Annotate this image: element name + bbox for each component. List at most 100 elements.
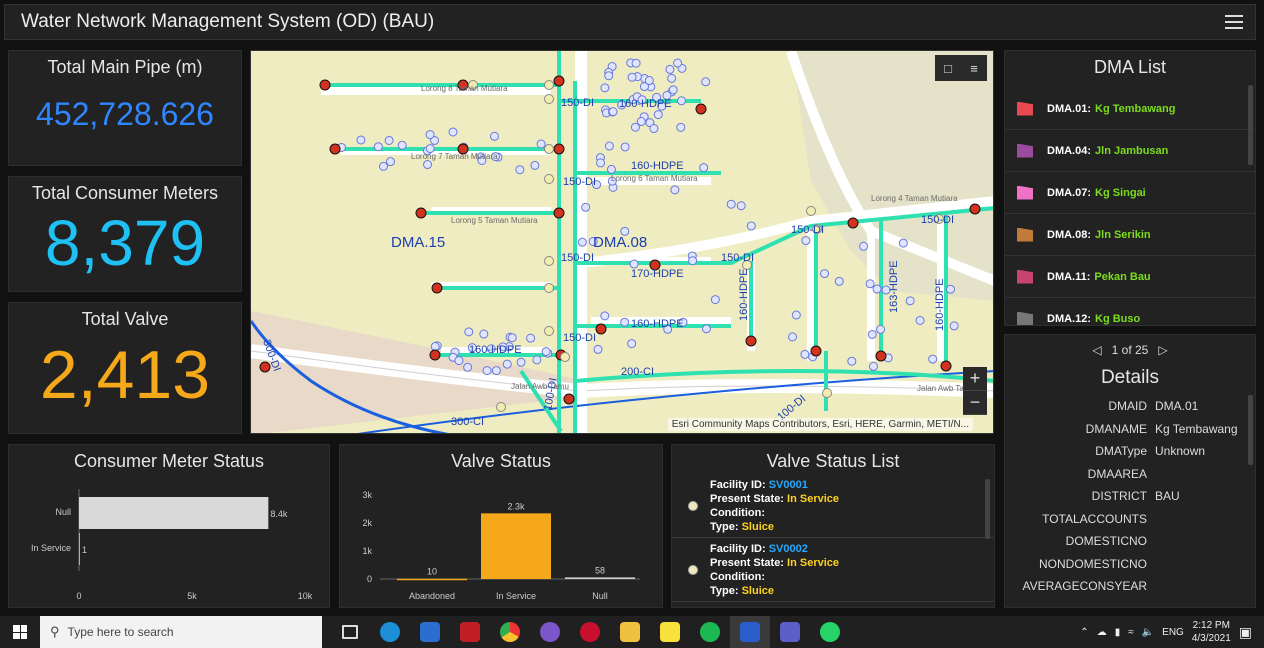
valve-marker[interactable] xyxy=(969,203,981,215)
consumer-meter-marker[interactable] xyxy=(606,164,616,174)
consumer-meter-marker[interactable] xyxy=(670,185,680,195)
consumer-meter-marker[interactable] xyxy=(596,158,606,168)
consumer-meter-marker[interactable] xyxy=(482,366,492,376)
valve-marker[interactable] xyxy=(544,94,554,104)
dma-list-scrollbar[interactable] xyxy=(1248,85,1253,165)
consumer-meter-marker[interactable] xyxy=(726,199,736,209)
zoom-in-button[interactable]: + xyxy=(963,367,987,391)
consumer-meter-marker[interactable] xyxy=(423,160,433,170)
dma-list-item[interactable]: DMA.04: Jln Jambusan xyxy=(1005,130,1255,172)
mail-icon[interactable] xyxy=(410,616,450,648)
consumer-meter-marker[interactable] xyxy=(629,259,639,269)
consumer-meter-marker[interactable] xyxy=(869,361,879,371)
valve-marker[interactable] xyxy=(595,323,607,335)
consumer-meter-marker[interactable] xyxy=(541,347,551,357)
wifi-icon[interactable]: ≈ xyxy=(1128,627,1134,638)
consumer-meter-marker[interactable] xyxy=(526,333,536,343)
consumer-meter-marker[interactable] xyxy=(448,127,458,137)
battery-icon[interactable]: ▮ xyxy=(1115,627,1121,638)
bar[interactable] xyxy=(79,497,269,529)
chevron-up-icon[interactable]: ⌃ xyxy=(1080,627,1088,638)
consumer-meter-marker[interactable] xyxy=(653,110,663,120)
dma-list-item[interactable]: DMA.11: Pekan Bau xyxy=(1005,256,1255,298)
consumer-meter-marker[interactable] xyxy=(530,160,540,170)
consumer-meter-marker[interactable] xyxy=(620,142,630,152)
start-button[interactable] xyxy=(0,616,40,648)
consumer-meter-marker[interactable] xyxy=(463,362,473,372)
consumer-meter-marker[interactable] xyxy=(516,357,526,367)
spotify-icon[interactable] xyxy=(690,616,730,648)
valve-marker[interactable] xyxy=(329,143,341,155)
word-icon[interactable] xyxy=(730,616,770,648)
valve-marker[interactable] xyxy=(544,174,554,184)
valve-marker[interactable] xyxy=(431,282,443,294)
consumer-meter-marker[interactable] xyxy=(668,85,678,95)
bar[interactable] xyxy=(79,533,80,565)
consumer-meter-marker[interactable] xyxy=(604,71,614,81)
bar[interactable] xyxy=(397,578,467,581)
task-view-icon[interactable] xyxy=(330,616,370,648)
consumer-meter-marker[interactable] xyxy=(507,333,517,343)
consumer-meter-marker[interactable] xyxy=(800,349,810,359)
valve-list-item[interactable]: Facility ID: SV0001 Present State: In Ser… xyxy=(672,474,994,538)
prev-page-icon[interactable]: ◁ xyxy=(1092,343,1101,357)
valve-list-scrollbar[interactable] xyxy=(985,479,990,539)
consumer-meter-marker[interactable] xyxy=(489,131,499,141)
consumer-meter-marker[interactable] xyxy=(949,321,959,331)
media-app-icon[interactable] xyxy=(570,616,610,648)
consumer-meter-marker[interactable] xyxy=(581,202,591,212)
valve-marker[interactable] xyxy=(553,207,565,219)
valve-marker[interactable] xyxy=(429,349,441,361)
valve-marker[interactable] xyxy=(544,326,554,336)
consumer-meter-marker[interactable] xyxy=(915,315,925,325)
valve-marker[interactable] xyxy=(544,283,554,293)
teams-icon[interactable] xyxy=(770,616,810,648)
zoom-out-button[interactable]: − xyxy=(963,391,987,415)
consumer-meter-marker[interactable] xyxy=(820,269,830,279)
consumer-meter-marker[interactable] xyxy=(665,64,675,74)
consumer-meter-marker[interactable] xyxy=(898,238,908,248)
consumer-meter-marker[interactable] xyxy=(600,83,610,93)
consumer-meter-marker[interactable] xyxy=(425,130,435,140)
cloud-icon[interactable]: ☁ xyxy=(1097,627,1107,638)
sticky-notes-icon[interactable] xyxy=(650,616,690,648)
consumer-meter-marker[interactable] xyxy=(649,124,659,134)
whatsapp-icon[interactable] xyxy=(810,616,850,648)
consumer-meter-marker[interactable] xyxy=(746,221,756,231)
notification-icon[interactable]: ▣ xyxy=(1239,624,1252,641)
consumer-meter-marker[interactable] xyxy=(859,241,869,251)
valve-list-item[interactable]: Facility ID: SV0002 Present State: In Ser… xyxy=(672,538,994,602)
consumer-meter-marker[interactable] xyxy=(865,279,875,289)
viber-icon[interactable] xyxy=(530,616,570,648)
valve-marker[interactable] xyxy=(415,207,427,219)
consumer-meter-marker[interactable] xyxy=(928,354,938,364)
consumer-meter-marker[interactable] xyxy=(876,324,886,334)
valve-marker[interactable] xyxy=(544,256,554,266)
valve-marker[interactable] xyxy=(560,352,570,362)
consumer-meter-marker[interactable] xyxy=(430,342,440,352)
consumer-meter-marker[interactable] xyxy=(905,296,915,306)
consumer-meter-marker[interactable] xyxy=(536,139,546,149)
volume-icon[interactable]: 🔈 xyxy=(1142,627,1154,638)
water-network-map[interactable]: DMA.15 DMA.08 150-DI 160-HDPE 160-HDPE 1… xyxy=(250,50,994,434)
edge-icon[interactable] xyxy=(370,616,410,648)
valve-marker[interactable] xyxy=(544,80,554,90)
language-indicator[interactable]: ENG xyxy=(1162,627,1184,638)
red-app-icon[interactable] xyxy=(450,616,490,648)
consumer-meter-marker[interactable] xyxy=(479,329,489,339)
menu-icon[interactable] xyxy=(1225,15,1243,29)
consumer-meter-marker[interactable] xyxy=(791,310,801,320)
valve-marker[interactable] xyxy=(496,402,506,412)
consumer-meter-marker[interactable] xyxy=(701,324,711,334)
valve-marker[interactable] xyxy=(319,79,331,91)
consumer-meter-marker[interactable] xyxy=(710,295,720,305)
valve-marker[interactable] xyxy=(875,350,887,362)
consumer-meter-marker[interactable] xyxy=(577,237,587,247)
bookmark-icon[interactable]: □ xyxy=(935,55,961,81)
consumer-meter-marker[interactable] xyxy=(502,359,512,369)
consumer-meter-marker[interactable] xyxy=(673,58,683,68)
consumer-meter-marker[interactable] xyxy=(667,73,677,83)
consumer-meter-marker[interactable] xyxy=(736,201,746,211)
consumer-meter-marker[interactable] xyxy=(397,140,407,150)
consumer-meter-marker[interactable] xyxy=(834,276,844,286)
